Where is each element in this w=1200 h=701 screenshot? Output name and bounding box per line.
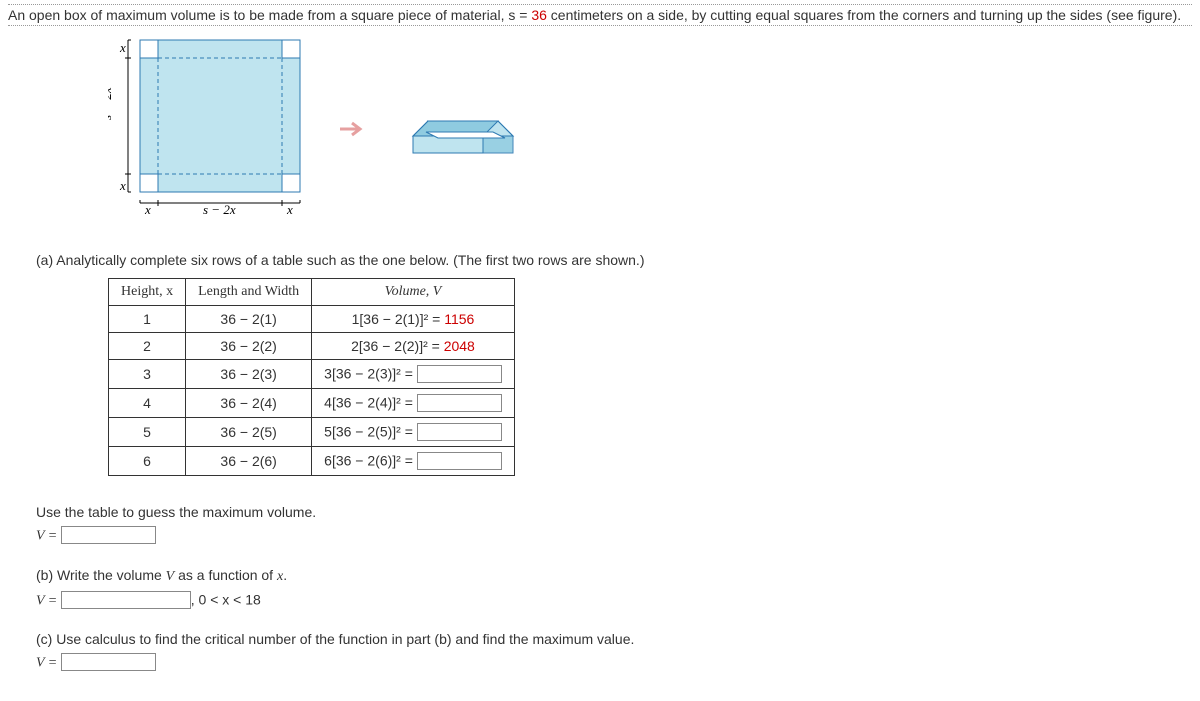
vol-input-4[interactable] bbox=[417, 394, 502, 412]
table-row: 4 36 − 2(4) 4[36 − 2(4)]² = bbox=[109, 389, 515, 418]
cell-vol: 5[36 − 2(5)]² = bbox=[312, 418, 515, 447]
cell-h: 1 bbox=[109, 306, 186, 333]
table-row: 6 36 − 2(6) 6[36 − 2(6)]² = bbox=[109, 447, 515, 476]
table-row: 5 36 − 2(5) 5[36 − 2(5)]² = bbox=[109, 418, 515, 447]
svg-text:x: x bbox=[286, 202, 293, 217]
figure-row: x s − 2x x x s − 2x x bbox=[108, 32, 1192, 232]
partc-input[interactable] bbox=[61, 653, 156, 671]
cell-lw: 36 − 2(6) bbox=[186, 447, 312, 476]
part-c-section: (c) Use calculus to find the critical nu… bbox=[36, 631, 1192, 672]
partb-lhs: V = bbox=[36, 593, 61, 608]
cell-h: 5 bbox=[109, 418, 186, 447]
part-b-section: (b) Write the volume V as a function of … bbox=[36, 567, 1192, 610]
intro-pre: An open box of maximum volume is to be m… bbox=[8, 7, 531, 23]
cell-vol: 4[36 − 2(4)]² = bbox=[312, 389, 515, 418]
table-row: 1 36 − 2(1) 1[36 − 2(1)]² = 1156 bbox=[109, 306, 515, 333]
svg-text:x: x bbox=[144, 202, 151, 217]
guess-text: Use the table to guess the maximum volum… bbox=[36, 504, 1192, 520]
arrow-icon bbox=[338, 118, 368, 146]
table-row: 3 36 − 2(3) 3[36 − 2(3)]² = bbox=[109, 360, 515, 389]
partc-lhs: V = bbox=[36, 656, 61, 671]
flat-diagram: x s − 2x x x s − 2x x bbox=[108, 32, 308, 232]
cell-vol: 1[36 − 2(1)]² = 1156 bbox=[312, 306, 515, 333]
th-lw: Length and Width bbox=[186, 279, 312, 306]
problem-intro: An open box of maximum volume is to be m… bbox=[8, 4, 1192, 26]
partb-domain: , 0 < x < 18 bbox=[191, 591, 261, 607]
svg-text:x: x bbox=[119, 178, 126, 193]
cell-vol: 3[36 − 2(3)]² = bbox=[312, 360, 515, 389]
part-b-text: (b) Write the volume V as a function of … bbox=[36, 567, 1192, 585]
volume-table: Height, x Length and Width Volume, V 1 3… bbox=[108, 278, 515, 476]
intro-post: centimeters on a side, by cutting equal … bbox=[547, 7, 1181, 23]
guess-lhs: V = bbox=[36, 529, 61, 544]
cell-lw: 36 − 2(5) bbox=[186, 418, 312, 447]
cell-vol: 6[36 − 2(6)]² = bbox=[312, 447, 515, 476]
cell-lw: 36 − 2(3) bbox=[186, 360, 312, 389]
vol-input-6[interactable] bbox=[417, 452, 502, 470]
part-c-text: (c) Use calculus to find the critical nu… bbox=[36, 631, 1192, 647]
cell-lw: 36 − 2(4) bbox=[186, 389, 312, 418]
part-a-text: (a) Analytically complete six rows of a … bbox=[36, 252, 1192, 268]
th-vol: Volume, V bbox=[312, 279, 515, 306]
guess-input[interactable] bbox=[61, 526, 156, 544]
th-height: Height, x bbox=[109, 279, 186, 306]
vol-input-3[interactable] bbox=[417, 365, 502, 383]
cell-vol: 2[36 − 2(2)]² = 2048 bbox=[312, 333, 515, 360]
s-value: 36 bbox=[531, 7, 547, 23]
cell-h: 2 bbox=[109, 333, 186, 360]
vol-input-5[interactable] bbox=[417, 423, 502, 441]
svg-text:x: x bbox=[119, 40, 126, 55]
table-row: 2 36 − 2(2) 2[36 − 2(2)]² = 2048 bbox=[109, 333, 515, 360]
cell-h: 6 bbox=[109, 447, 186, 476]
guess-section: Use the table to guess the maximum volum… bbox=[36, 504, 1192, 545]
cell-lw: 36 − 2(1) bbox=[186, 306, 312, 333]
svg-text:s − 2x: s − 2x bbox=[108, 87, 114, 120]
partb-input[interactable] bbox=[61, 591, 191, 609]
svg-text:s − 2x: s − 2x bbox=[203, 202, 236, 217]
cell-h: 3 bbox=[109, 360, 186, 389]
cell-h: 4 bbox=[109, 389, 186, 418]
folded-box-diagram bbox=[398, 91, 528, 174]
cell-lw: 36 − 2(2) bbox=[186, 333, 312, 360]
